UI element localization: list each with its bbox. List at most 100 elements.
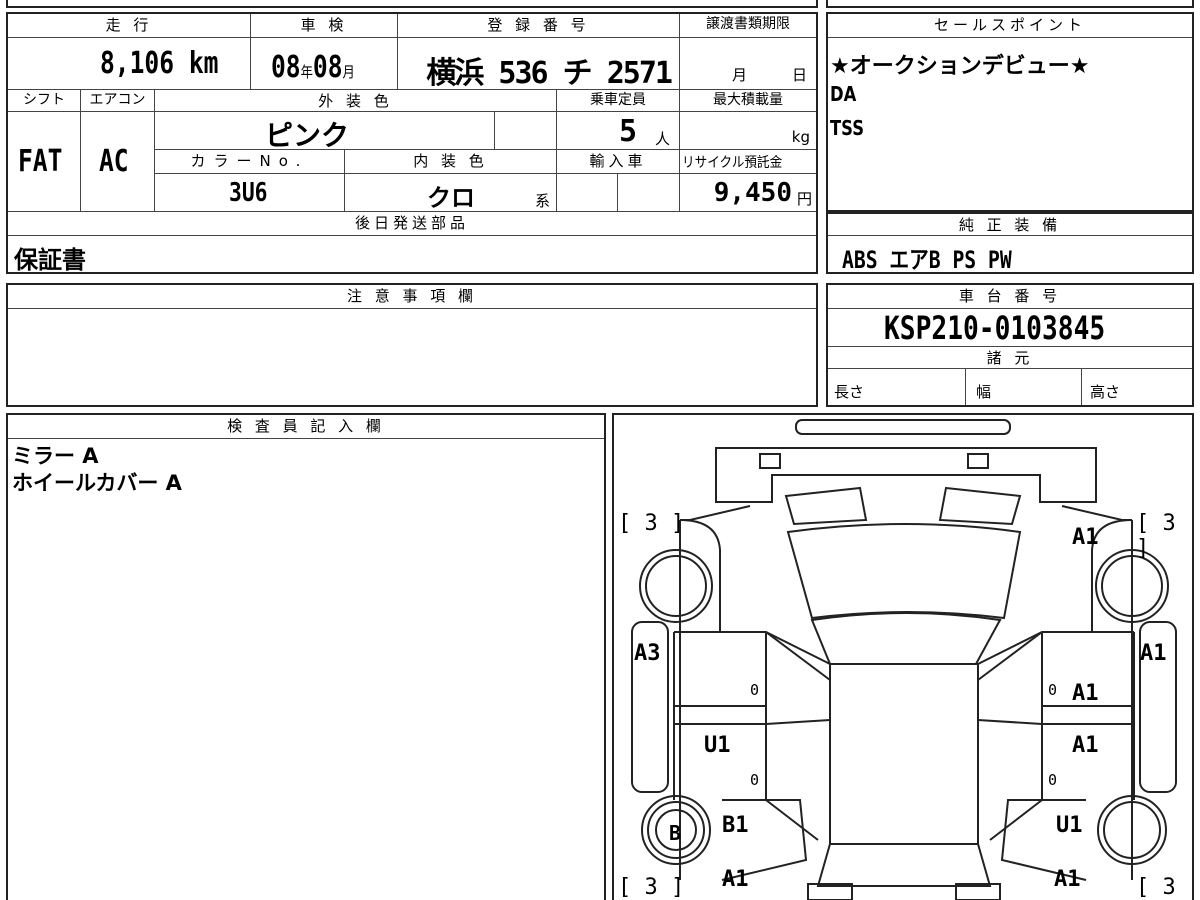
- aircon-header: エアコン: [81, 90, 155, 112]
- top-cutoff-row-right: [826, 0, 1194, 8]
- later-parts-cell: 保証書: [8, 236, 816, 274]
- deadline-day-unit: 日: [792, 66, 808, 84]
- capacity-cell: 5 人: [557, 112, 680, 150]
- label-right-fender: A1: [1140, 641, 1167, 666]
- exterior-color-value: ピンク: [265, 119, 350, 152]
- max-load-header: 最大積載量: [680, 90, 816, 112]
- car-diagram: [631, 419, 1177, 900]
- label-left-quarter: B1: [722, 813, 749, 838]
- specs-header: 諸 元: [828, 347, 1192, 369]
- bracket-bottom-left: [ 3 ]: [618, 875, 685, 900]
- bracket-top-left: [ 3 ]: [618, 511, 685, 536]
- mileage-cell: 8,106 km: [8, 38, 251, 90]
- interior-color-value: クロ: [427, 184, 475, 212]
- equipment-header: 純 正 装 備: [828, 212, 1192, 236]
- sales-point-3: TSS: [830, 116, 865, 140]
- month-unit: 月: [342, 63, 355, 81]
- recycle-fee-value: 9,450: [713, 178, 792, 208]
- label-left-rear-zero: 0: [750, 771, 760, 789]
- later-parts-value: 保証書: [14, 246, 86, 274]
- inspector-line-2: ホイールカバー A: [12, 471, 182, 495]
- sales-points-box: セールスポイント ★オークションデビュー★ DA TSS: [826, 12, 1194, 212]
- recycle-fee-unit: 円: [796, 190, 812, 208]
- sales-points-header: セールスポイント: [828, 14, 1192, 38]
- label-right-quarter: U1: [1056, 813, 1083, 838]
- registration-header: 登 録 番 号: [398, 14, 680, 38]
- transfer-deadline-cell: 月 日: [680, 38, 816, 90]
- label-left-rear-door: U1: [704, 733, 731, 758]
- label-right-front-door: A1: [1072, 681, 1099, 706]
- top-cutoff-row: [6, 0, 818, 8]
- inspection-cell: 08年08月: [251, 38, 398, 90]
- spec-length-label: 長さ: [834, 383, 865, 401]
- color-no-cell: 3U6: [155, 174, 345, 212]
- mileage-value: 8,106: [99, 46, 174, 81]
- bracket-bottom-right: [ 3 ]: [1136, 875, 1176, 900]
- inspection-year: 08: [271, 50, 301, 85]
- color-no-value: 3U6: [229, 178, 268, 208]
- label-left-bottom: A1: [722, 867, 749, 892]
- inspection-header: 車 検: [251, 14, 398, 38]
- spec-height-label: 高さ: [1090, 383, 1121, 401]
- year-unit: 年: [300, 63, 313, 81]
- import-cell-b: [618, 174, 680, 212]
- interior-color-cell: クロ 系: [345, 174, 557, 212]
- later-parts-header: 後日発送部品: [8, 212, 816, 236]
- registration-cell: 横浜 536 チ 2571: [398, 38, 680, 91]
- exterior-color-header: 外 装 色: [155, 90, 557, 112]
- shift-cell: FAT: [8, 112, 81, 212]
- spec-height: 高さ: [1082, 369, 1192, 405]
- label-right-rear-door: A1: [1072, 733, 1099, 758]
- color-no-header: カラーNo.: [155, 150, 345, 174]
- max-load-unit: kg: [791, 128, 810, 146]
- aircon-cell: AC: [81, 112, 155, 212]
- shift-value: FAT: [18, 144, 63, 179]
- label-front-right: A1: [1072, 525, 1099, 550]
- notes-header: 注 意 事 項 欄: [8, 285, 816, 309]
- bracket-top-right: [ 3 ]: [1136, 511, 1176, 561]
- inspector-line-1: ミラー A: [12, 444, 99, 468]
- chassis-box: 車 台 番 号 KSP210-0103845 諸 元 長さ 幅 高さ: [826, 283, 1194, 407]
- car-diagram-box: [ 3 ] [ 3 ] [ 3 ] [ 3 ] A1 A3 A1 0 0 A1 …: [612, 413, 1194, 900]
- interior-color-suffix: 系: [535, 192, 551, 210]
- notes-box: 注 意 事 項 欄: [6, 283, 818, 407]
- spec-length: 長さ: [828, 369, 966, 405]
- chassis-header: 車 台 番 号: [828, 285, 1192, 309]
- vehicle-info-table: 走 行 車 検 登 録 番 号 譲渡書類期限 8,106 km 08年08月 横…: [6, 12, 818, 274]
- sales-point-2: DA: [830, 82, 857, 106]
- recycle-fee-header-text: リサイクル預託金: [682, 155, 783, 171]
- exterior-color-cell: ピンク: [155, 112, 495, 152]
- deadline-month-unit: 月: [732, 66, 748, 84]
- exterior-color-extra: [495, 112, 557, 150]
- label-right-front-zero: 0: [1048, 681, 1058, 699]
- capacity-unit: 人: [655, 130, 671, 148]
- label-left-front-zero: 0: [750, 681, 760, 699]
- max-load-cell: kg: [680, 112, 816, 150]
- chassis-cell: KSP210-0103845: [828, 309, 1192, 347]
- spec-width: 幅: [966, 369, 1082, 405]
- equipment-box: 純 正 装 備 ABS エアB PS PW: [826, 212, 1194, 274]
- chassis-value: KSP210-0103845: [884, 309, 1106, 347]
- capacity-header: 乗車定員: [557, 90, 680, 112]
- capacity-value: 5: [619, 114, 638, 149]
- shift-header: シフト: [8, 90, 81, 112]
- inspector-box: 検 査 員 記 入 欄 ミラー A ホイールカバー A: [6, 413, 606, 900]
- inspection-month: 08: [312, 50, 343, 85]
- label-right-bottom: A1: [1054, 867, 1081, 892]
- import-cell-a: [557, 174, 618, 212]
- label-right-rear-zero: 0: [1048, 771, 1058, 789]
- mileage-unit: km: [188, 46, 218, 81]
- equipment-value: ABS エアB PS PW: [842, 246, 1012, 274]
- spec-width-label: 幅: [976, 383, 992, 401]
- registration-value: 横浜 536 チ 2571: [426, 56, 673, 91]
- inspector-header: 検 査 員 記 入 欄: [8, 415, 604, 439]
- label-left-front-door: A3: [634, 641, 661, 666]
- aircon-value: AC: [99, 144, 129, 179]
- mileage-header: 走 行: [8, 14, 251, 38]
- transfer-deadline-header: 譲渡書類期限: [680, 14, 816, 38]
- recycle-fee-cell: 9,450 円: [680, 174, 816, 212]
- import-header: 輸入車: [557, 150, 680, 174]
- recycle-fee-header: リサイクル預託金: [680, 150, 816, 174]
- interior-color-header: 内 装 色: [345, 150, 557, 174]
- label-left-wheel: B: [669, 821, 682, 845]
